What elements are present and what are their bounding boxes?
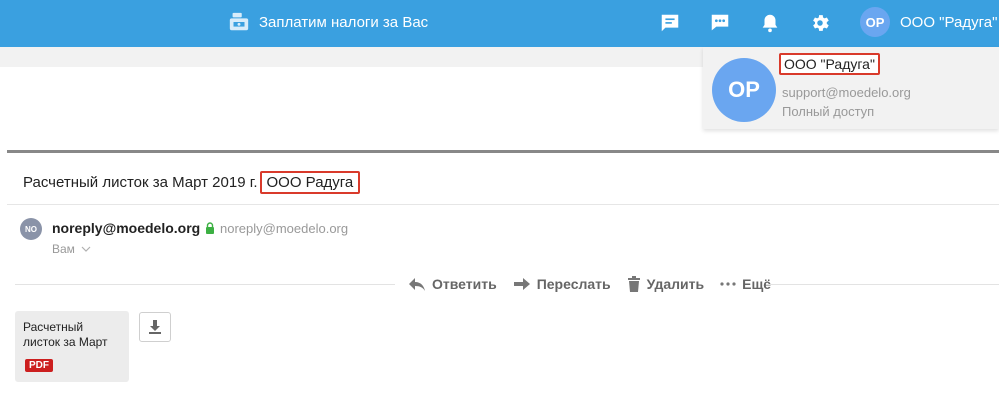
cash-register-icon xyxy=(229,12,249,31)
reply-button[interactable]: Ответить xyxy=(408,276,497,292)
sender-name[interactable]: noreply@moedelo.org xyxy=(52,220,200,236)
forward-button[interactable]: Переслать xyxy=(513,276,611,292)
attachment-title: Расчетный листок за Март xyxy=(23,320,108,349)
dropdown-avatar: OP xyxy=(712,58,776,122)
recipient-label: Вам xyxy=(52,242,75,256)
delete-label: Удалить xyxy=(646,276,705,292)
top-bar: Заплатим налоги за Вас OP ООО "Радуга" xyxy=(0,0,999,47)
pdf-badge: PDF xyxy=(25,359,53,372)
account-dropdown: OP ООО "Радуга" support@moedelo.org Полн… xyxy=(703,47,999,129)
subject-company: ООО Радуга xyxy=(259,171,361,194)
more-button[interactable]: Ещё xyxy=(720,276,771,292)
divider xyxy=(15,284,395,285)
sender-address: noreply@moedelo.org xyxy=(220,221,349,236)
brand-text: Заплатим налоги за Вас xyxy=(259,13,429,31)
bell-icon[interactable] xyxy=(759,12,781,34)
more-dots-icon xyxy=(720,282,736,286)
account-name: ООО "Радуга" xyxy=(900,13,998,31)
trash-icon xyxy=(627,276,640,292)
dropdown-access-level: Полный доступ xyxy=(782,104,875,119)
divider xyxy=(7,150,999,153)
chat-icon[interactable] xyxy=(709,12,731,34)
download-icon xyxy=(149,320,161,334)
avatar: OP xyxy=(860,7,890,37)
recipient-toggle[interactable]: Вам xyxy=(52,242,91,256)
subject-text: Расчетный листок за Март 2019 г. xyxy=(23,174,258,191)
account-menu[interactable]: OP ООО "Радуга" xyxy=(860,7,997,37)
lock-icon xyxy=(206,222,214,234)
divider xyxy=(7,204,999,205)
feedback-icon[interactable] xyxy=(659,12,681,34)
dropdown-company-name[interactable]: ООО "Радуга" xyxy=(779,53,880,75)
reply-label: Ответить xyxy=(432,276,497,292)
dropdown-email: support@moedelo.org xyxy=(782,85,911,100)
reply-icon xyxy=(409,278,425,291)
forward-label: Переслать xyxy=(536,276,611,292)
gear-icon[interactable] xyxy=(809,12,831,34)
message-subject: Расчетный листок за Март 2019 г. ООО Рад… xyxy=(23,171,361,194)
taxes-promo-link[interactable]: Заплатим налоги за Вас xyxy=(228,10,428,34)
chevron-down-icon xyxy=(81,246,91,252)
attachment-card[interactable]: Расчетный листок за Март PDF xyxy=(15,311,129,382)
sender-avatar: NO xyxy=(20,218,42,240)
divider xyxy=(766,284,999,285)
message-actions: Ответить Переслать Удалить Ещё xyxy=(408,274,787,294)
delete-button[interactable]: Удалить xyxy=(627,276,704,292)
download-button[interactable] xyxy=(139,312,171,342)
forward-icon xyxy=(513,278,530,290)
